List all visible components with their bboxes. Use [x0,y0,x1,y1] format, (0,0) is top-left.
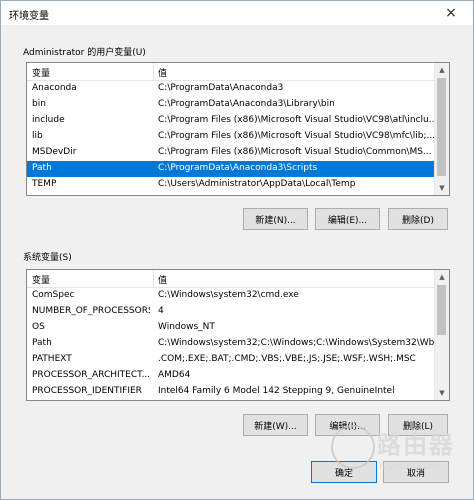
variable-value: .COM;.EXE;.BAT;.CMD;.VBS;.VBE;.JS;.JSE;.… [158,354,416,364]
variable-value: C:\Windows\system32;C:\Windows;C:\Window… [158,338,438,348]
title-bar: 环境变量 × [1,1,473,25]
variable-name: ComSpec [32,290,75,300]
scroll-up-icon[interactable]: ▲ [435,63,449,77]
table-row[interactable]: MSDevDir C:\Program Files (x86)\Microsoft… [27,145,435,161]
table-row[interactable]: Path C:\Windows\system32;C:\Windows;C:\Wi… [27,336,438,352]
env-vars-dialog: 环境变量 × Administrator 的用户变量(U) 变量 值 Anaco… [0,0,474,500]
column-header-value[interactable]: 值 [158,273,167,286]
variable-value: C:\ProgramData\Anaconda3\Library\bin [158,99,335,109]
variable-value: C:\Program Files (x86)\Microsoft Visual … [158,147,432,157]
watermark-subtext: luyouqi.com [379,461,441,472]
table-row[interactable]: include C:\Program Files (x86)\Microsoft … [27,113,438,129]
user-delete-button[interactable]: 删除(D) [388,208,448,230]
system-vars-header: 变量 值 [27,270,435,288]
variable-value: AMD64 [158,370,191,380]
scroll-down-icon[interactable]: ▼ [435,181,449,195]
scroll-thumb[interactable] [437,285,446,335]
table-row[interactable]: lib C:\Program Files (x86)\Microsoft Visu… [27,129,435,145]
variable-name: OS [32,322,45,332]
variable-name: MSDevDir [32,147,77,157]
user-vars-label: Administrator 的用户变量(U) [23,48,146,58]
variable-value: C:\Program Files (x86)\Microsoft Visual … [158,115,438,125]
variable-name: Path [32,338,52,348]
table-row[interactable]: ComSpec C:\Windows\system32\cmd.exe [27,288,435,304]
variable-name: PROCESSOR_ARCHITECT... [32,370,150,380]
variable-value: Windows_NT [158,322,215,332]
user-vars-list[interactable]: 变量 值 Anaconda C:\ProgramData\Anaconda3 bin… [26,62,450,196]
variable-name: Anaconda [32,83,77,93]
table-row[interactable]: bin C:\ProgramData\Anaconda3\Library\bin [27,97,435,113]
table-row[interactable]: NUMBER_OF_PROCESSORS 4 [27,304,435,320]
variable-value: C:\Users\Administrator\AppData\Local\Tem… [158,179,356,189]
scroll-thumb[interactable] [437,78,446,176]
variable-name: PATHEXT [32,354,72,364]
scroll-up-icon[interactable]: ▲ [435,270,449,284]
watermark-text: 路由器 [377,431,455,459]
user-vars-scrollbar[interactable]: ▲ ▼ [434,63,449,195]
user-edit-button[interactable]: 编辑(E)... [315,208,380,230]
column-header-name[interactable]: 变量 [32,273,50,286]
variable-value: Intel64 Family 6 Model 142 Stepping 9, G… [158,386,395,396]
variable-name: PROCESSOR_IDENTIFIER [32,386,142,396]
column-header-name[interactable]: 变量 [32,66,50,79]
watermark-logo: 路由器 luyouqi.com [331,419,471,489]
variable-name: NUMBER_OF_PROCESSORS [32,306,150,316]
table-row[interactable]: TEMP C:\Users\Administrator\AppData\Local… [27,177,435,193]
window-title: 环境变量 [9,11,49,22]
table-row[interactable]: PATHEXT .COM;.EXE;.BAT;.CMD;.VBS;.VBE;.JS… [27,352,435,368]
column-header-value[interactable]: 值 [158,66,167,79]
table-row[interactable]: PROCESSOR_ARCHITECT... AMD64 [27,368,435,384]
variable-value: C:\Program Files (x86)\Microsoft Visual … [158,131,436,141]
system-vars-label: 系统变量(S) [23,253,72,263]
variable-name: include [32,115,65,125]
system-vars-list[interactable]: 变量 值 ComSpec C:\Windows\system32\cmd.exe N… [26,269,450,401]
variable-value: C:\Windows\system32\cmd.exe [158,290,299,300]
variable-value: 4 [158,306,164,316]
variable-value: C:\ProgramData\Anaconda3\Scripts [158,163,318,173]
variable-name: bin [32,99,46,109]
system-vars-scrollbar[interactable]: ▲ ▼ [434,270,449,400]
column-divider[interactable] [153,270,154,287]
scroll-down-icon[interactable]: ▼ [435,386,449,400]
user-new-button[interactable]: 新建(N)... [243,208,308,230]
variable-name: TEMP [32,179,57,189]
user-vars-header: 变量 值 [27,63,435,81]
variable-name: Path [32,163,52,173]
table-row[interactable]: PROCESSOR_IDENTIFIER Intel64 Family 6 Mod… [27,384,435,400]
system-new-button[interactable]: 新建(W)... [243,414,308,436]
close-icon[interactable]: × [433,1,469,25]
table-row[interactable]: Anaconda C:\ProgramData\Anaconda3 [27,81,435,97]
watermark-ring-icon [331,425,375,469]
variable-value: C:\ProgramData\Anaconda3 [158,83,284,93]
column-divider[interactable] [153,63,154,80]
table-row[interactable]: OS Windows_NT [27,320,435,336]
table-row[interactable]: Path C:\ProgramData\Anaconda3\Scripts [27,161,435,177]
variable-name: lib [32,131,43,141]
